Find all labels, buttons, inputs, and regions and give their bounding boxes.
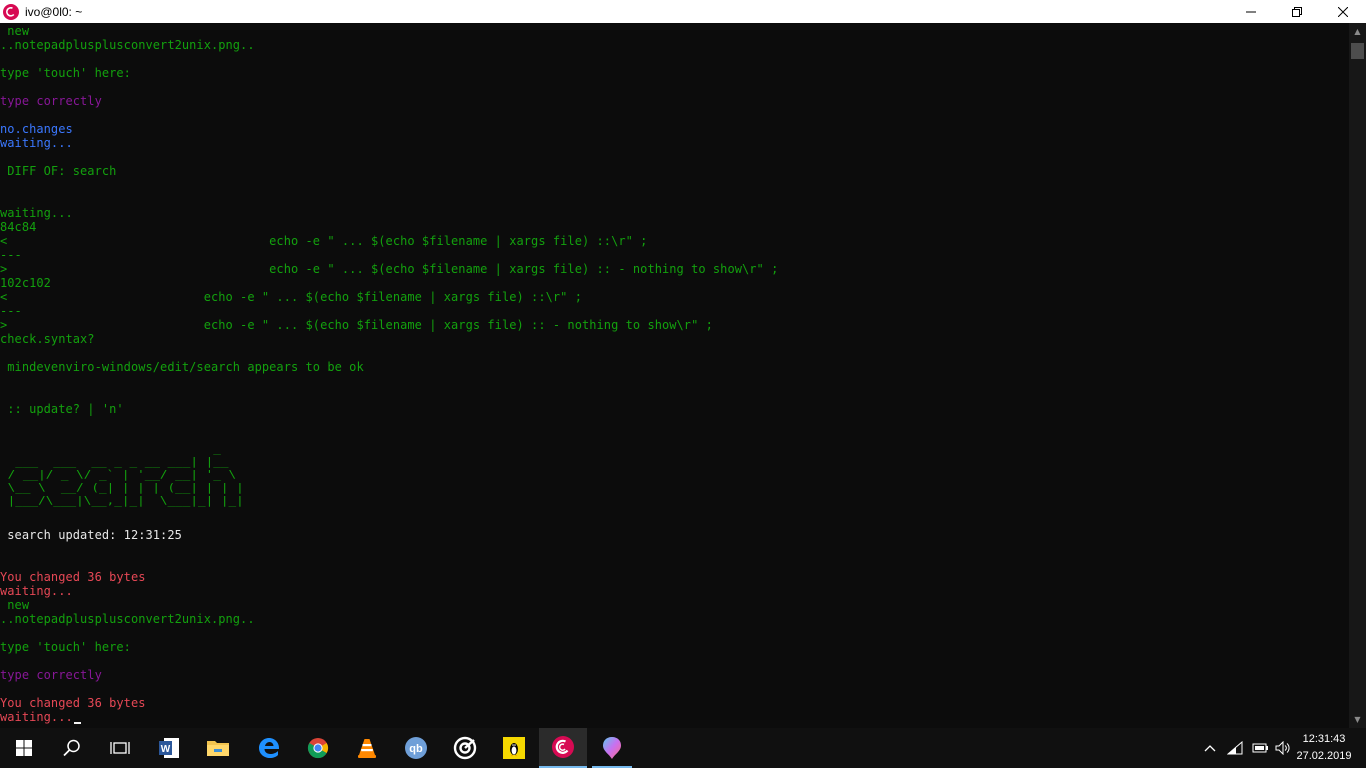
ring-icon xyxy=(453,736,477,760)
qbittorrent-icon: qb xyxy=(405,737,427,759)
terminal-line: waiting... xyxy=(0,710,81,724)
terminal-line: type correctly xyxy=(0,668,102,682)
taskbar: W qb 12:31:43 27.02.2019 xyxy=(0,728,1366,768)
chevron-up-icon xyxy=(1204,745,1216,752)
text-cursor xyxy=(73,722,81,724)
show-hidden-icons-button[interactable] xyxy=(1199,728,1221,768)
ascii-banner-line: _ xyxy=(0,442,237,455)
qbittorrent-app[interactable]: qb xyxy=(392,728,440,768)
edge-app[interactable] xyxy=(245,728,293,768)
terminal-line: --- xyxy=(0,248,22,262)
terminal-line: < echo -e " ... $(echo $filename | xargs… xyxy=(0,290,582,304)
vlc-app[interactable] xyxy=(343,728,391,768)
terminal-line: type 'touch' here: xyxy=(0,640,131,654)
terminal-output[interactable]: new ..notepadplusplusconvert2unix.png.. ty… xyxy=(0,23,1349,728)
search-button[interactable] xyxy=(48,728,96,768)
svg-text:W: W xyxy=(161,744,171,755)
close-icon xyxy=(1338,6,1348,17)
ascii-banner-line: / __|/ _ \/ _` | '__/ __| '_ \ xyxy=(0,468,237,481)
terminal-line: :: update? | 'n' xyxy=(0,402,124,416)
debian-swirl-icon xyxy=(3,3,19,20)
terminal-line: 84c84 xyxy=(0,220,37,234)
restore-icon xyxy=(1292,6,1302,17)
battery-tray-button[interactable] xyxy=(1248,728,1272,768)
minimize-icon xyxy=(1246,11,1256,12)
paint3d-app[interactable] xyxy=(588,728,636,768)
wifi-icon xyxy=(1227,741,1243,755)
terminal-line: DIFF OF: search xyxy=(0,164,117,178)
terminal-line: > echo -e " ... $(echo $filename | xargs… xyxy=(0,318,713,332)
windows-logo-icon xyxy=(16,740,32,756)
terminal-scrollbar[interactable]: ▲ ▼ xyxy=(1349,23,1366,728)
debian-swirl-icon xyxy=(552,736,574,758)
terminal-line: --- xyxy=(0,304,22,318)
word-app[interactable]: W xyxy=(145,728,193,768)
edge-icon xyxy=(259,738,280,758)
window-controls xyxy=(1228,0,1366,23)
clock-date: 27.02.2019 xyxy=(1296,750,1352,762)
terminal-line: waiting... xyxy=(0,206,73,220)
window-title: ivo@0l0: ~ xyxy=(25,4,83,19)
paint-drop-icon xyxy=(603,737,621,759)
window-titlebar: ivo@0l0: ~ xyxy=(0,0,1366,23)
terminal-line: You changed 36 bytes xyxy=(0,570,146,584)
terminal-line: waiting... xyxy=(0,136,73,150)
terminal-line: new xyxy=(0,598,30,612)
ascii-banner-line: |___/\___|\__,_|_| \___|_| |_| xyxy=(0,494,244,507)
tux-icon xyxy=(503,737,525,759)
terminal-line: waiting... xyxy=(0,584,73,598)
chrome-icon xyxy=(307,738,329,759)
word-icon: W xyxy=(159,738,179,758)
file-explorer-app[interactable] xyxy=(194,728,242,768)
terminal-line: check.syntax? xyxy=(0,332,95,346)
task-view-button[interactable] xyxy=(96,728,144,768)
task-view-icon xyxy=(110,742,130,754)
chrome-app[interactable] xyxy=(294,728,342,768)
svg-text:qb: qb xyxy=(409,743,423,755)
target-app[interactable] xyxy=(441,728,489,768)
close-button[interactable] xyxy=(1320,0,1366,23)
ascii-banner: _ ___ ___ __ _ _ __ ___| |__ / __|/ _ \/… xyxy=(0,442,244,507)
network-tray-button[interactable] xyxy=(1223,728,1247,768)
terminal-line: no.changes xyxy=(0,122,73,136)
terminal-line: type correctly xyxy=(0,94,102,108)
restore-button[interactable] xyxy=(1274,0,1320,23)
debian-terminal-app[interactable] xyxy=(539,728,587,768)
ascii-banner-line: ___ ___ __ _ _ __ ___| |__ xyxy=(0,455,229,468)
taskbar-clock[interactable]: 12:31:43 27.02.2019 xyxy=(1292,731,1356,765)
search-icon xyxy=(63,739,80,757)
terminal-line: ..notepadplusplusconvert2unix.png.. xyxy=(0,612,255,626)
folder-icon xyxy=(207,741,229,756)
terminal-line: > echo -e " ... $(echo $filename | xargs… xyxy=(0,262,779,276)
ascii-banner-line: \__ \ __/ (_| | | | (__| | | | xyxy=(0,481,244,494)
terminal-line: You changed 36 bytes xyxy=(0,696,146,710)
terminal-line: ..notepadplusplusconvert2unix.png.. xyxy=(0,38,255,52)
terminal-line: new xyxy=(0,24,30,38)
battery-plug-icon xyxy=(1252,743,1268,753)
scroll-thumb[interactable] xyxy=(1351,43,1364,59)
volume-tray-button[interactable] xyxy=(1272,728,1294,768)
clock-time: 12:31:43 xyxy=(1302,733,1346,745)
speaker-icon xyxy=(1275,741,1290,755)
linux-app[interactable] xyxy=(490,728,538,768)
vlc-cone-icon xyxy=(358,739,376,758)
start-button[interactable] xyxy=(0,728,48,768)
terminal-line: type 'touch' here: xyxy=(0,66,131,80)
terminal-line: search updated: 12:31:25 xyxy=(0,528,182,542)
scroll-down-arrow-icon[interactable]: ▼ xyxy=(1349,711,1366,728)
terminal-line: < echo -e " ... $(echo $filename | xargs… xyxy=(0,234,648,248)
terminal-line: mindevenviro-windows/edit/search appears… xyxy=(0,360,364,374)
minimize-button[interactable] xyxy=(1228,0,1274,23)
terminal-line: 102c102 xyxy=(0,276,51,290)
scroll-up-arrow-icon[interactable]: ▲ xyxy=(1349,23,1366,40)
